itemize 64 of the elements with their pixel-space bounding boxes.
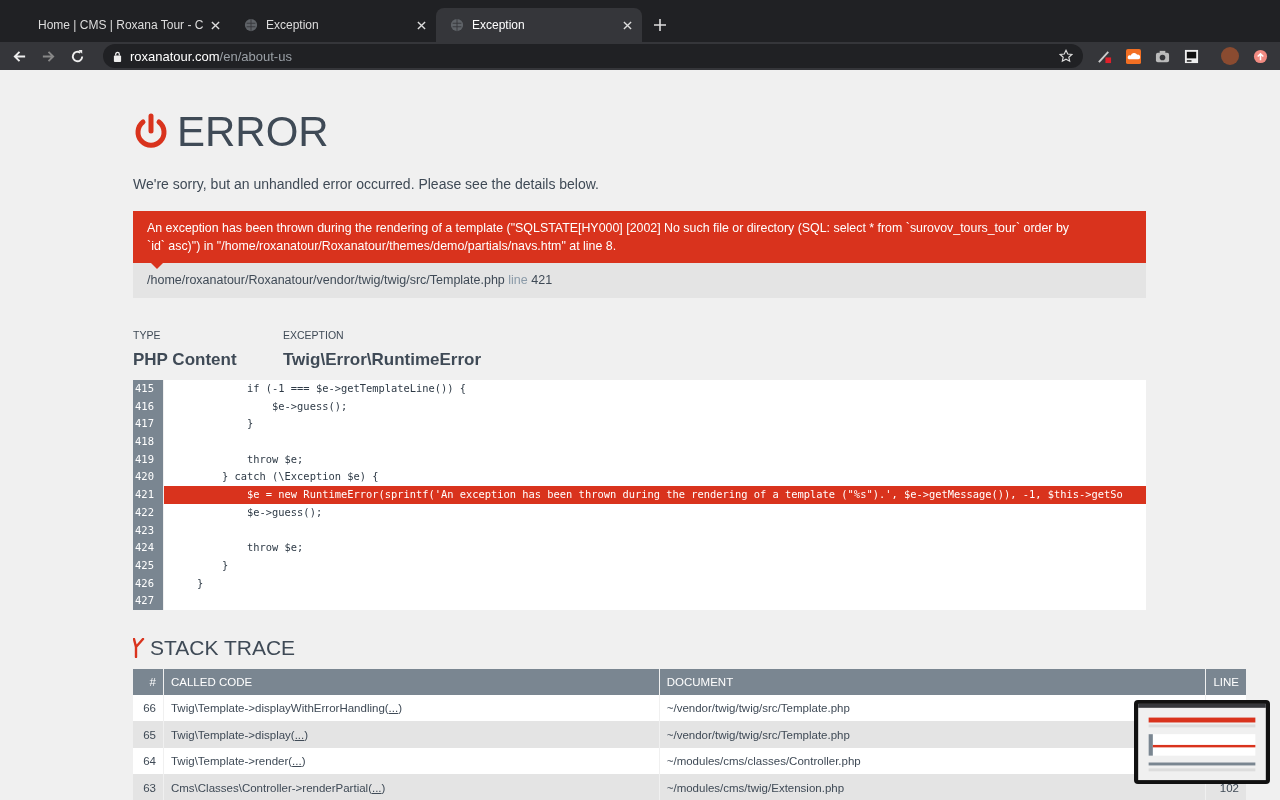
code-line: $e->guess(); [271,398,349,414]
url-text: roxanatour.com/en/about-us [130,48,293,64]
tab-title: Exception [472,18,526,32]
lock-icon [113,50,122,62]
table-cell: Twig\Template->displayWithErrorHandling(...) [163,694,660,722]
column-header: DOCUMENT [659,668,1206,695]
table-cell: Cms\Classes\Controller->renderPartial(...) [163,774,660,800]
error-message: An exception has been thrown during the rendering of a template ("SQLSTATE[HY000] [2002] No such file or directory (SQL: select * from `surovov_tours_tour` order by `id` asc)") in "/home/roxanatour/Roxanatour/themes/demo/partials/navs.htm" at line 8. [133,211,1146,263]
table-cell: 66 [133,694,164,722]
error-intro: We're sorry, but an unhandled error occurred. Please see the details below. [133,176,600,192]
type-value: PHP Content [133,350,238,370]
pen-extension-icon[interactable] [1097,48,1112,64]
forward-icon[interactable] [41,48,56,64]
code-line: throw $e; [246,540,305,556]
error-heading: ERROR [177,108,329,156]
close-icon[interactable] [623,20,632,30]
table-cell: 65 [133,721,164,748]
exception-value: Twig\Error\RuntimeError [283,350,482,370]
close-icon[interactable] [417,20,426,30]
line-number: 421 [133,486,164,504]
reload-icon[interactable] [70,48,85,64]
line-number: 427 [133,592,164,610]
code-line: } [221,557,230,573]
globe-icon [244,18,258,32]
exception-label: EXCEPTION [283,329,345,341]
new-tab-icon[interactable] [654,19,666,31]
line-number: 415 [133,380,164,398]
browser-tab[interactable]: Exception [436,8,642,42]
code-line: $e->guess(); [246,504,324,520]
line-number: 424 [133,539,164,557]
globe-icon [450,18,464,32]
code-line: } catch (\Exception $e) { [221,469,380,485]
table-cell: 64 [133,747,164,775]
branch-icon [133,637,145,658]
tab-title: Exception [266,18,320,32]
table-cell: 63 [133,774,164,800]
table-cell: ~/modules/cms/twig/Extension.php [659,774,1206,800]
update-icon[interactable] [1253,48,1268,64]
column-header: CALLED CODE [163,668,660,695]
code-line: } [196,575,205,591]
column-header: LINE [1205,668,1247,695]
star-icon[interactable] [1059,49,1073,63]
line-number: 417 [133,415,164,434]
jb-extension-icon[interactable] [1184,48,1199,64]
file-location: /home/roxanatour/Roxanatour/vendor/twig/twig/src/Template.php line 421 [133,263,1146,298]
code-line: if (-1 === $e->getTemplateLine()) { [246,381,468,396]
cloud-extension-icon[interactable] [1126,48,1141,64]
table-cell: Twig\Template->display(...) [163,721,660,748]
address-bar[interactable]: roxanatour.com/en/about-us [103,44,1083,68]
code-line: } [246,416,255,432]
table-cell: Twig\Template->render(...) [163,747,660,775]
close-icon[interactable] [211,20,220,30]
stack-trace-heading: STACK TRACE [150,635,296,660]
tab-title: Home | CMS | Roxana Tour - C [38,18,203,32]
type-label: TYPE [133,329,162,341]
column-header: # [133,668,164,695]
browser-tab[interactable]: Home | CMS | Roxana Tour - C [24,8,230,42]
camera-icon[interactable] [1155,48,1170,64]
browser-tab[interactable]: Exception [230,8,436,42]
power-icon [133,113,169,151]
line-number: 418 [133,433,164,451]
back-icon[interactable] [12,48,27,64]
code-line: throw $e; [246,451,305,467]
line-number: 420 [133,468,164,487]
